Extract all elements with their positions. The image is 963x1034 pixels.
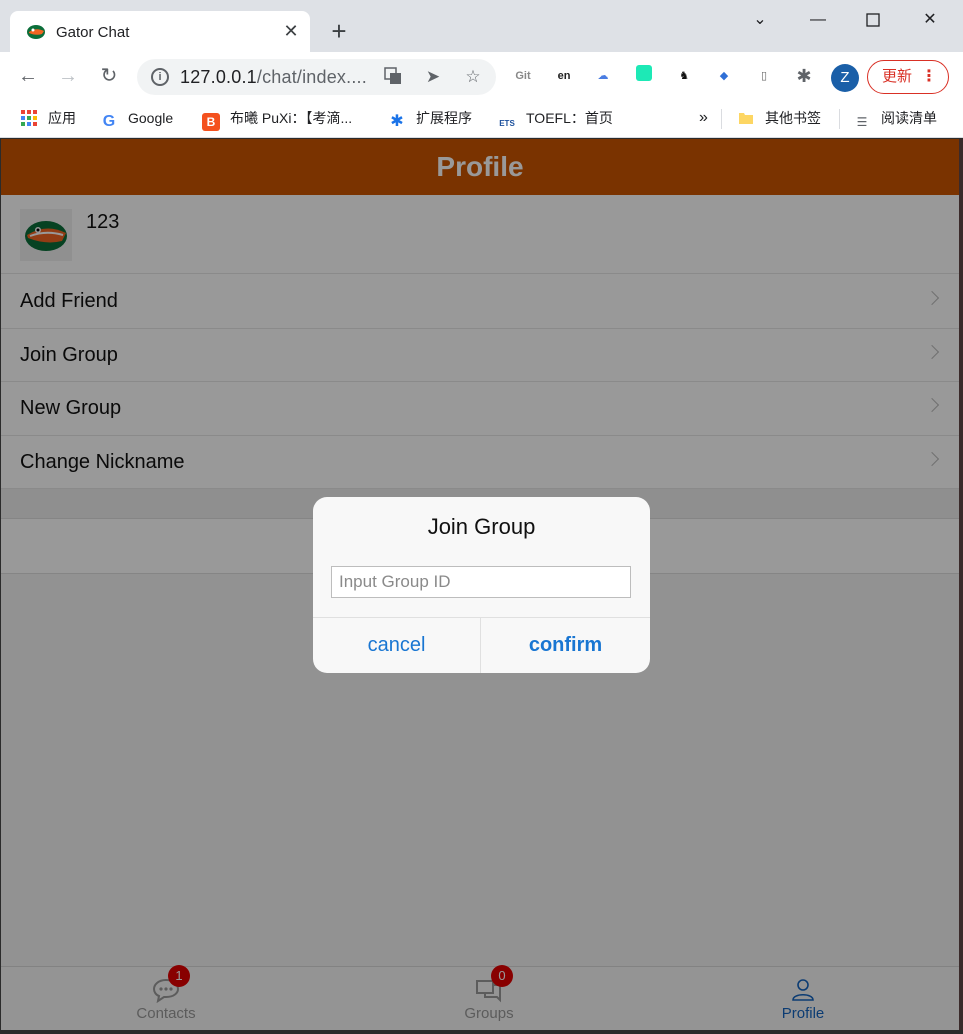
- dialog-title: Join Group: [427, 514, 536, 539]
- url-text[interactable]: 127.0.0.1/chat/index....: [180, 67, 367, 88]
- folder-icon: [737, 110, 755, 128]
- ets-logo-icon: ETS: [499, 119, 515, 128]
- apps-grid-icon: [20, 110, 38, 128]
- back-icon[interactable]: ←: [16, 64, 40, 88]
- browser-toolbar: ← → ↻ i 127.0.0.1/chat/index.... ➤ ☆ Git…: [0, 52, 963, 100]
- translator-extension-icon[interactable]: en: [553, 65, 575, 87]
- address-bar[interactable]: i 127.0.0.1/chat/index.... ➤ ☆: [137, 59, 496, 95]
- maximize-icon[interactable]: [859, 8, 887, 32]
- bookmark-apps[interactable]: 应用: [20, 108, 76, 128]
- blogger-icon: B: [202, 113, 220, 131]
- google-g-icon: G: [102, 113, 116, 130]
- puzzle-icon: ✱: [390, 113, 404, 130]
- tab-close-icon[interactable]: ✕: [280, 20, 302, 42]
- browser-tab-active[interactable]: Gator Chat ✕: [10, 11, 310, 53]
- gitzip-extension-icon[interactable]: Git: [512, 65, 534, 87]
- audio-extension-icon[interactable]: [633, 65, 655, 87]
- tab-search-icon[interactable]: ⌄: [746, 8, 774, 32]
- bookmark-star-icon[interactable]: ☆: [463, 67, 483, 87]
- document-extension-icon[interactable]: ▯: [753, 65, 775, 87]
- extensions-puzzle-icon[interactable]: ✱: [793, 65, 815, 87]
- reload-icon[interactable]: ↻: [97, 64, 121, 88]
- update-button[interactable]: 更新 ⋮: [867, 60, 949, 94]
- forward-icon[interactable]: →: [56, 64, 80, 88]
- bird-extension-icon[interactable]: ♞: [673, 65, 695, 87]
- window-edge: [0, 1030, 963, 1034]
- bookmark-reading-list[interactable]: ☰ 阅读清单: [853, 108, 937, 129]
- cancel-button[interactable]: cancel: [313, 618, 481, 673]
- window-close-icon[interactable]: ✕: [916, 8, 944, 32]
- bookmark-separator: [721, 109, 722, 129]
- cloud-extension-icon[interactable]: ☁: [592, 65, 614, 87]
- bookmark-other-folder[interactable]: 其他书签: [737, 108, 821, 128]
- gator-favicon-icon: [27, 25, 45, 39]
- menu-dots-icon: ⋮: [921, 68, 937, 85]
- window-edge: [959, 139, 963, 1034]
- grad-cap-extension-icon[interactable]: ◆: [713, 65, 735, 87]
- join-group-dialog: Join Group cancel confirm: [313, 497, 650, 673]
- confirm-button[interactable]: confirm: [481, 618, 650, 673]
- translate-icon[interactable]: [383, 67, 403, 87]
- tab-title: Gator Chat: [56, 24, 130, 41]
- bookmark-puxi[interactable]: B 布曦 PuXi：【考滴...: [202, 108, 352, 131]
- minimize-icon[interactable]: —: [804, 8, 832, 32]
- bookmark-google[interactable]: G Google: [100, 108, 173, 130]
- bookmark-separator: [839, 109, 840, 129]
- browser-titlebar: Gator Chat ✕ + ⌄ — ✕: [0, 0, 963, 53]
- reading-list-icon: ☰: [856, 115, 868, 129]
- bookmark-toefl[interactable]: ETS TOEFL：首页: [498, 108, 613, 128]
- bookmarks-overflow-icon[interactable]: »: [699, 108, 708, 128]
- profile-avatar-icon[interactable]: Z: [831, 64, 859, 92]
- bookmark-extensions[interactable]: ✱ 扩展程序: [388, 108, 472, 130]
- send-icon[interactable]: ➤: [423, 67, 443, 87]
- dialog-actions: cancel confirm: [313, 617, 650, 673]
- bookmarks-bar: 应用 G Google B 布曦 PuXi：【考滴... ✱ 扩展程序 ETS TOEF…: [0, 100, 963, 138]
- site-info-icon[interactable]: i: [151, 68, 169, 86]
- app-viewport: Profile 123 Add Friend Join Group New Gr…: [1, 139, 959, 1030]
- group-id-input[interactable]: [331, 566, 631, 598]
- new-tab-icon[interactable]: +: [327, 18, 351, 44]
